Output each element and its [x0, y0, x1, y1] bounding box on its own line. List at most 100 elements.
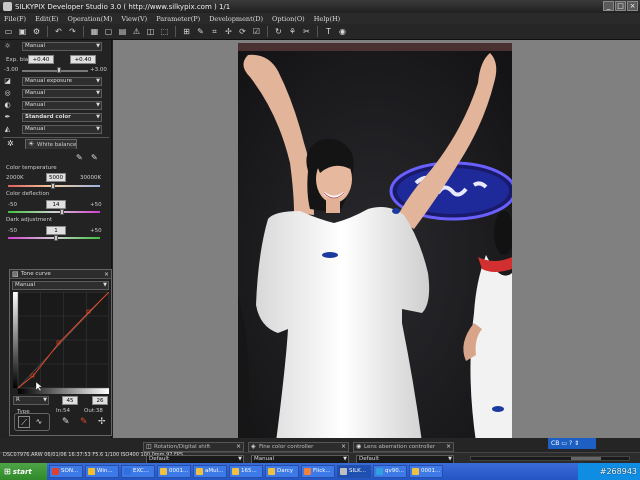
linear-curve-icon[interactable]: ⟋: [18, 416, 30, 428]
tone-select[interactable]: Manual ▼: [22, 101, 102, 110]
start-button[interactable]: ⊞ start: [0, 463, 47, 480]
close-icon[interactable]: ×: [446, 443, 451, 450]
menu-option[interactable]: Option(O): [272, 15, 305, 23]
warning-icon[interactable]: ⚠: [131, 26, 142, 37]
color-defl-thumb[interactable]: [60, 209, 64, 215]
menu-help[interactable]: Help(H): [314, 15, 341, 23]
refresh-icon[interactable]: ↻: [273, 26, 284, 37]
tone-curve-graph[interactable]: [13, 292, 109, 394]
task-button[interactable]: EXC...: [121, 465, 155, 478]
input-picker-icon[interactable]: ✎: [62, 417, 70, 427]
menu-view[interactable]: View(V): [121, 15, 147, 23]
sharpness-select[interactable]: Manual ▼: [22, 125, 102, 134]
fit-icon[interactable]: ▭: [561, 440, 567, 447]
gears-icon[interactable]: ✲: [7, 139, 14, 148]
tools-icon[interactable]: ✂: [301, 26, 312, 37]
task-button[interactable]: Darcy: [265, 465, 299, 478]
menu-parameter[interactable]: Parameter(P): [156, 15, 200, 23]
exp-bias-slider-thumb[interactable]: [57, 67, 61, 73]
color-temp-min: 2000K: [6, 175, 24, 181]
fullscreen-icon[interactable]: ⬚: [159, 26, 170, 37]
color-defl-slider[interactable]: [8, 211, 100, 213]
open-folder-icon[interactable]: ▭: [3, 26, 14, 37]
task-button[interactable]: Win...: [85, 465, 119, 478]
redo-icon[interactable]: ↷: [67, 26, 78, 37]
spinner-icon[interactable]: ⇕: [574, 440, 579, 447]
close-icon[interactable]: ×: [236, 443, 241, 450]
menu-file[interactable]: File(F): [4, 15, 26, 23]
lens-icon: ◉: [356, 443, 362, 450]
system-tray: #268943: [578, 463, 640, 480]
task-icon: [88, 468, 95, 475]
dark-adj-input[interactable]: 1: [46, 226, 66, 235]
task-button[interactable]: 165...: [229, 465, 263, 478]
exp-bias-input-2[interactable]: +0.40: [70, 55, 96, 64]
compare-icon[interactable]: ◫: [145, 26, 156, 37]
close-icon[interactable]: ×: [341, 443, 346, 450]
develop-icon[interactable]: ⚙: [31, 26, 42, 37]
batch-icon[interactable]: ⚘: [287, 26, 298, 37]
save-icon[interactable]: ▣: [17, 26, 28, 37]
fine-color-panel[interactable]: ◈ Fine color controller ×: [248, 442, 349, 452]
scrollbar-thumb[interactable]: [571, 457, 601, 460]
exp-bias-input[interactable]: +0.40: [28, 55, 54, 64]
tone-curve-preset-select[interactable]: Manual ▼: [12, 281, 109, 290]
check-icon[interactable]: ☑: [251, 26, 262, 37]
split-view-icon[interactable]: ▤: [117, 26, 128, 37]
task-button[interactable]: Flick...: [301, 465, 335, 478]
color-temp-input[interactable]: 5000: [46, 173, 66, 182]
exposure-select[interactable]: Manual exposure ▼: [22, 77, 102, 86]
preview-view-icon[interactable]: ▢: [103, 26, 114, 37]
task-icon: [124, 468, 131, 475]
task-button-active[interactable]: SILK...: [337, 465, 371, 478]
curve-in-input[interactable]: 45: [62, 396, 78, 405]
grid-icon[interactable]: ⊞: [181, 26, 192, 37]
horizontal-scrollbar[interactable]: [470, 456, 630, 461]
wb-picker-icon[interactable]: ✎: [195, 26, 206, 37]
lens-aberration-panel[interactable]: ◉ Lens aberration controller ×: [353, 442, 454, 452]
tone-curve-header[interactable]: ▨ Tone curve ×: [10, 270, 111, 279]
spot-icon[interactable]: ✢: [223, 26, 234, 37]
menu-edit[interactable]: Edit(E): [35, 15, 58, 23]
help-icon[interactable]: ?: [569, 440, 572, 447]
curve-out-input[interactable]: 26: [92, 396, 108, 405]
info-icon[interactable]: ◉: [337, 26, 348, 37]
reset-points-icon[interactable]: ✢: [98, 417, 106, 427]
exp-bias-slider[interactable]: [22, 70, 88, 72]
task-label: 165...: [241, 468, 257, 474]
thumbnail-view-icon[interactable]: ▦: [89, 26, 100, 37]
menu-operation[interactable]: Operation(M): [68, 15, 113, 23]
rotation-icon: ◫: [146, 443, 152, 450]
color-temp-thumb[interactable]: [51, 183, 55, 189]
task-button[interactable]: qv90...: [373, 465, 407, 478]
preset-select[interactable]: Manual ▼: [22, 42, 102, 51]
preview-image[interactable]: [238, 43, 512, 442]
contrast-select[interactable]: Manual ▼: [22, 89, 102, 98]
close-button[interactable]: ×: [627, 1, 638, 11]
dark-adj-thumb[interactable]: [54, 235, 58, 241]
spline-curve-icon[interactable]: ∿: [33, 416, 45, 428]
task-button[interactable]: 0001...: [409, 465, 443, 478]
tab-white-balance[interactable]: ☀ White balance: [25, 139, 77, 149]
menu-development[interactable]: Development(D): [209, 15, 263, 23]
close-icon[interactable]: ×: [104, 270, 109, 279]
task-button[interactable]: 0001...: [157, 465, 191, 478]
text-icon[interactable]: T: [323, 26, 334, 37]
zoom-control[interactable]: CB ▭ ? ⇕: [548, 438, 596, 449]
channel-select[interactable]: R ▼: [13, 396, 49, 405]
color-select[interactable]: Standard color ▼: [22, 113, 102, 122]
task-button[interactable]: aMul...: [193, 465, 227, 478]
wb-auto-icon[interactable]: ✎: [91, 153, 98, 162]
maximize-button[interactable]: □: [615, 1, 626, 11]
task-button[interactable]: SON...: [49, 465, 83, 478]
aperture-icon: ◎: [4, 89, 11, 97]
wb-picker-icon[interactable]: ✎: [76, 153, 83, 162]
rotate-icon[interactable]: ⟳: [237, 26, 248, 37]
output-picker-icon[interactable]: ✎: [80, 417, 88, 427]
chevron-down-icon: ▼: [96, 90, 100, 96]
minimize-button[interactable]: _: [603, 1, 614, 11]
undo-icon[interactable]: ↶: [53, 26, 64, 37]
task-label: Darcy: [277, 468, 294, 474]
crop-icon[interactable]: ⌗: [209, 26, 220, 37]
color-defl-input[interactable]: 14: [46, 200, 66, 209]
